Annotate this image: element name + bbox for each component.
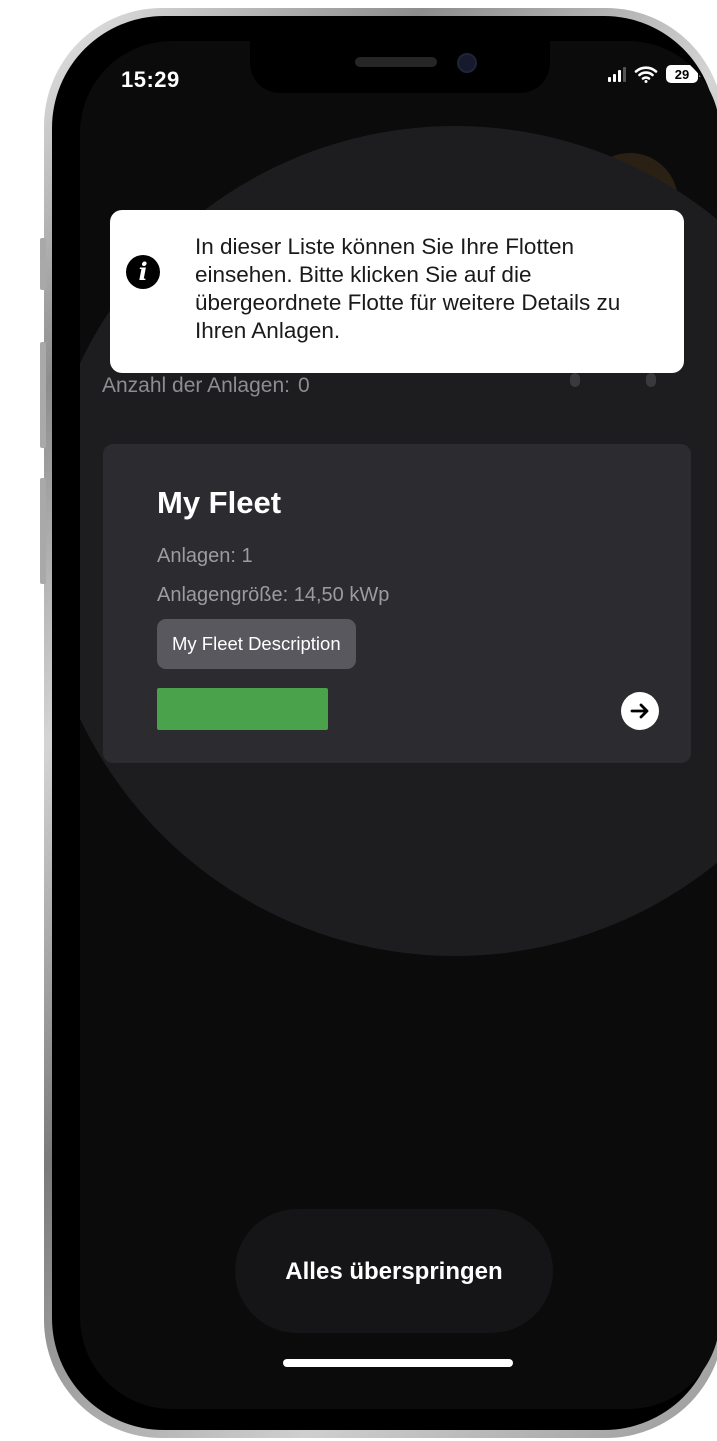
skip-all-label: Alles überspringen xyxy=(285,1257,503,1285)
fleet-status-fill xyxy=(157,688,328,730)
dot-indicator xyxy=(646,373,656,387)
notch xyxy=(250,41,550,93)
battery-icon: 29 xyxy=(666,65,702,83)
app-screen: Anzahl der Anlagen: 0 My Fleet Anlagen: 1… xyxy=(80,41,717,1409)
fleet-plant-count: Anlagen: 1 xyxy=(157,545,253,567)
battery-level: 29 xyxy=(674,66,690,82)
battery-tip xyxy=(699,71,702,77)
status-icons: 29 xyxy=(608,65,702,83)
status-time: 15:29 xyxy=(121,67,180,92)
fleet-plant-size: Anlagengröße: 14,50 kWp xyxy=(157,584,390,606)
info-icon: i xyxy=(126,255,160,289)
dot-indicator xyxy=(570,373,580,387)
fleet-card[interactable]: My Fleet Anlagen: 1 Anlagengröße: 14,50 … xyxy=(103,444,691,763)
fleet-status-bar xyxy=(157,688,328,730)
volume-up-button xyxy=(40,342,46,448)
plant-count-text: Anzahl der Anlagen: 0 xyxy=(102,374,310,398)
plant-count-label: Anzahl der Anlagen: xyxy=(102,374,290,397)
skip-all-button[interactable]: Alles überspringen xyxy=(235,1209,553,1333)
onboarding-tooltip: i In dieser Liste können Sie Ihre Flotte… xyxy=(110,210,684,373)
fleet-description-chip: My Fleet Description xyxy=(157,619,356,669)
arrow-right-circle-icon[interactable] xyxy=(621,692,659,730)
tooltip-text: In dieser Liste können Sie Ihre Flotten … xyxy=(195,234,621,343)
home-indicator[interactable] xyxy=(283,1359,513,1367)
wifi-icon xyxy=(634,66,658,83)
earpiece-speaker xyxy=(355,57,437,67)
plant-count-value: 0 xyxy=(297,374,310,397)
signal-icon xyxy=(608,66,626,82)
fleet-title: My Fleet xyxy=(157,485,282,520)
volume-down-button xyxy=(40,478,46,584)
front-camera xyxy=(457,53,477,73)
mute-switch xyxy=(40,238,46,290)
